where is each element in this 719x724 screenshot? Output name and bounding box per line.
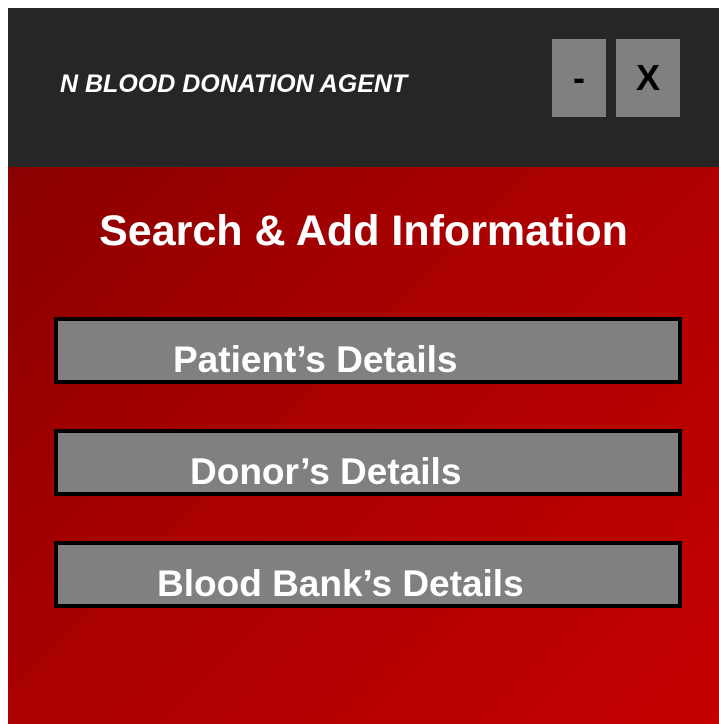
page-title: Search & Add Information: [99, 207, 628, 255]
donors-details-button[interactable]: Donor’s Details: [54, 429, 682, 496]
app-window: N BLOOD DONATION AGENT - X Search & Add …: [8, 8, 719, 724]
blood-banks-details-label: Blood Bank’s Details: [157, 563, 524, 604]
donors-details-label: Donor’s Details: [190, 451, 462, 492]
patients-details-button[interactable]: Patient’s Details: [54, 317, 682, 384]
blood-banks-details-button[interactable]: Blood Bank’s Details: [54, 541, 682, 608]
app-title: N BLOOD DONATION AGENT: [60, 70, 408, 98]
title-bar: N BLOOD DONATION AGENT - X: [8, 8, 719, 167]
patients-details-label: Patient’s Details: [173, 339, 458, 380]
minimize-button[interactable]: -: [552, 39, 606, 117]
close-button[interactable]: X: [616, 39, 680, 117]
main-panel: Search & Add Information Patient’s Detai…: [8, 167, 719, 724]
